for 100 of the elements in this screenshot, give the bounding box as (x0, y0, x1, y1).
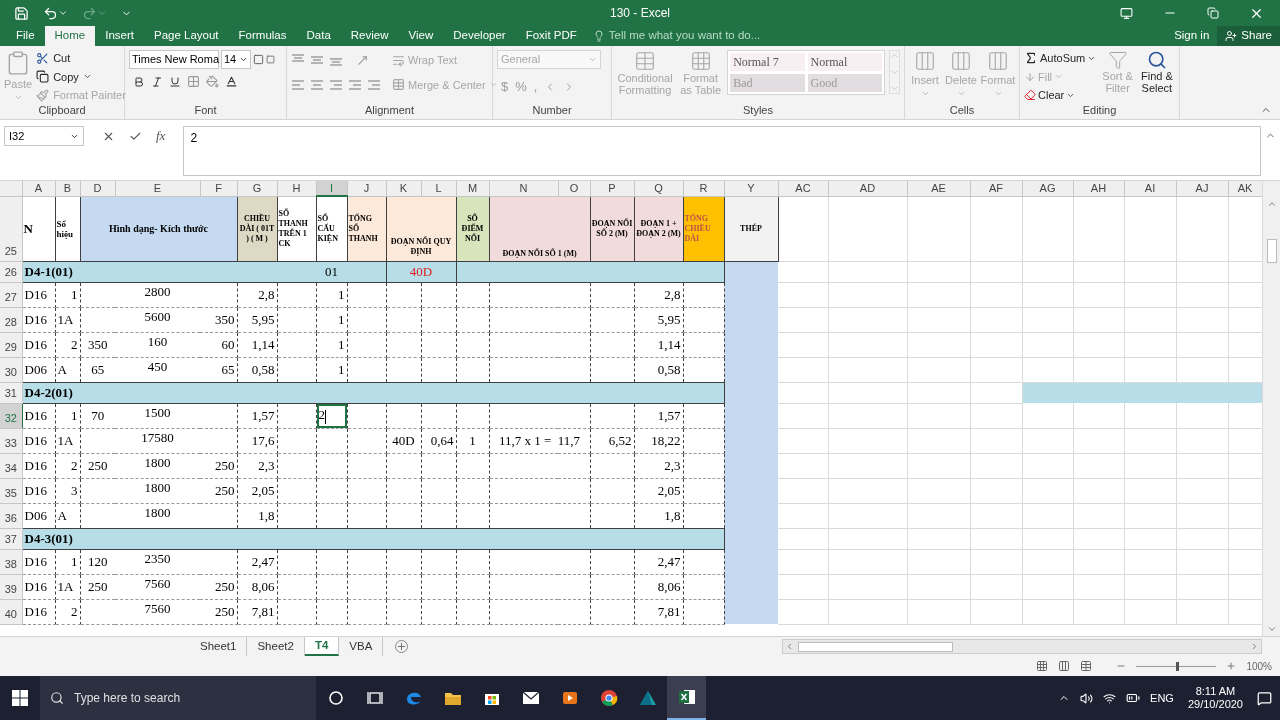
column-header[interactable]: AI (1124, 181, 1176, 196)
row-header[interactable]: 34 (0, 453, 22, 478)
scrollbar-thumb[interactable] (798, 641, 953, 652)
font-size-dropdown[interactable]: 14 (221, 50, 251, 69)
column-header[interactable]: Y (724, 181, 778, 196)
gallery-scrollbar[interactable] (889, 50, 900, 94)
tell-me-field[interactable]: Tell me what you want to do... (586, 26, 767, 46)
scrollbar-thumb[interactable] (1266, 239, 1277, 263)
row-header[interactable]: 25 (0, 196, 22, 261)
column-header[interactable]: F (200, 181, 237, 196)
vertical-scrollbar[interactable] (1262, 181, 1280, 636)
column-header[interactable]: I (316, 181, 347, 196)
column-header[interactable]: AJ (1176, 181, 1228, 196)
row-header[interactable]: 40 (0, 599, 22, 624)
volume-icon[interactable] (1080, 691, 1094, 705)
share-button[interactable]: Share (1217, 26, 1280, 46)
column-header[interactable]: E (115, 181, 200, 196)
column-header[interactable]: N (489, 181, 558, 196)
row-header[interactable]: 39 (0, 574, 22, 599)
column-header[interactable]: AD (828, 181, 907, 196)
row-header[interactable]: 27 (0, 282, 22, 307)
sheet-tab[interactable]: T4 (304, 637, 340, 656)
underline-icon[interactable] (169, 75, 181, 88)
normal-view-icon[interactable] (1036, 660, 1049, 672)
taskbar-search-field[interactable]: Type here to search (40, 676, 316, 720)
ribbon-tab[interactable]: Home (44, 26, 96, 46)
name-box[interactable]: I32 (4, 126, 84, 146)
ribbon-tab[interactable]: View (398, 26, 444, 46)
find-select-button[interactable]: Find & Select (1138, 50, 1175, 94)
bold-icon[interactable] (133, 75, 145, 88)
ribbon-tab[interactable]: Page Layout (144, 26, 229, 46)
row-header[interactable]: 26 (0, 261, 22, 282)
row-header[interactable]: 36 (0, 503, 22, 528)
ribbon-tab[interactable]: Foxit PDF (515, 26, 587, 46)
cell-style-option[interactable]: Normal 7 (730, 53, 805, 71)
insert-function-button[interactable]: fx (156, 126, 166, 146)
column-header[interactable]: AH (1073, 181, 1124, 196)
column-header[interactable]: R (683, 181, 724, 196)
column-header[interactable]: G (237, 181, 277, 196)
zoom-slider-thumb[interactable] (1176, 661, 1180, 671)
restore-icon[interactable] (1207, 7, 1219, 19)
row-header[interactable]: 28 (0, 307, 22, 332)
page-break-icon[interactable] (1080, 660, 1093, 672)
column-header[interactable]: D (80, 181, 115, 196)
column-header[interactable]: O (558, 181, 590, 196)
row-header[interactable]: 33 (0, 428, 22, 453)
clear-button[interactable]: Clear (1024, 87, 1097, 104)
save-icon[interactable] (14, 5, 29, 21)
zoom-in-icon[interactable] (1226, 661, 1237, 671)
column-header[interactable]: AE (907, 181, 970, 196)
selected-cell[interactable]: 2 (316, 403, 347, 428)
column-header[interactable]: K (386, 181, 421, 196)
row-header[interactable]: 38 (0, 549, 22, 574)
formula-field[interactable]: 2 (183, 126, 1261, 176)
row-header[interactable]: 37 (0, 528, 22, 549)
battery-icon[interactable] (1126, 691, 1141, 705)
row-header[interactable]: 31 (0, 382, 22, 403)
ribbon-tab[interactable]: Developer (443, 26, 516, 46)
copy-button[interactable]: Copy (36, 68, 126, 85)
taskbar-button[interactable] (667, 676, 706, 720)
column-header[interactable]: AC (778, 181, 828, 196)
ribbon-display-icon[interactable] (1120, 6, 1133, 20)
column-header[interactable]: Q (634, 181, 683, 196)
sign-in-link[interactable]: Sign in (1166, 26, 1218, 46)
horizontal-scrollbar[interactable] (782, 639, 1262, 654)
ribbon-tab[interactable]: File (6, 26, 45, 46)
row-header[interactable]: 32 (0, 403, 22, 428)
column-header[interactable]: AK (1228, 181, 1262, 196)
column-header[interactable]: P (590, 181, 634, 196)
column-header[interactable]: B (55, 181, 80, 196)
font-color-icon[interactable] (225, 75, 238, 88)
wifi-icon[interactable] (1103, 691, 1117, 705)
clock[interactable]: 8:11 AM 29/10/2020 (1183, 685, 1247, 711)
autosum-button[interactable]: AutoSum (1024, 50, 1097, 67)
zoom-level[interactable]: 100% (1246, 658, 1272, 674)
notifications-icon[interactable] (1257, 690, 1272, 706)
italic-icon[interactable] (151, 75, 163, 88)
undo-button[interactable] (43, 5, 68, 21)
row-header[interactable]: 29 (0, 332, 22, 357)
row-header[interactable]: 30 (0, 357, 22, 382)
cell-style-option[interactable]: Normal (807, 53, 882, 71)
cut-button[interactable]: Cut (36, 50, 126, 67)
column-header[interactable]: A (22, 181, 55, 196)
column-header[interactable]: M (456, 181, 489, 196)
ribbon-tab[interactable]: Review (340, 26, 399, 46)
font-name-dropdown[interactable]: Times New Roma (129, 50, 219, 69)
fill-color-icon[interactable] (206, 75, 219, 88)
column-header[interactable]: AG (1022, 181, 1073, 196)
language-indicator[interactable]: ENG (1150, 689, 1174, 707)
row-header[interactable]: 35 (0, 478, 22, 503)
column-header[interactable]: AF (970, 181, 1022, 196)
ribbon-tab[interactable]: Formulas (228, 26, 297, 46)
ribbon-tab[interactable]: Insert (95, 26, 144, 46)
windows-logo-icon[interactable] (12, 690, 28, 706)
redo-button[interactable] (82, 5, 107, 21)
diagonal-arrow-icon[interactable] (356, 53, 369, 67)
column-header[interactable]: L (421, 181, 456, 196)
column-header[interactable]: J (347, 181, 386, 196)
ribbon-tab[interactable]: Data (296, 26, 341, 46)
borders-icon[interactable] (187, 75, 200, 88)
